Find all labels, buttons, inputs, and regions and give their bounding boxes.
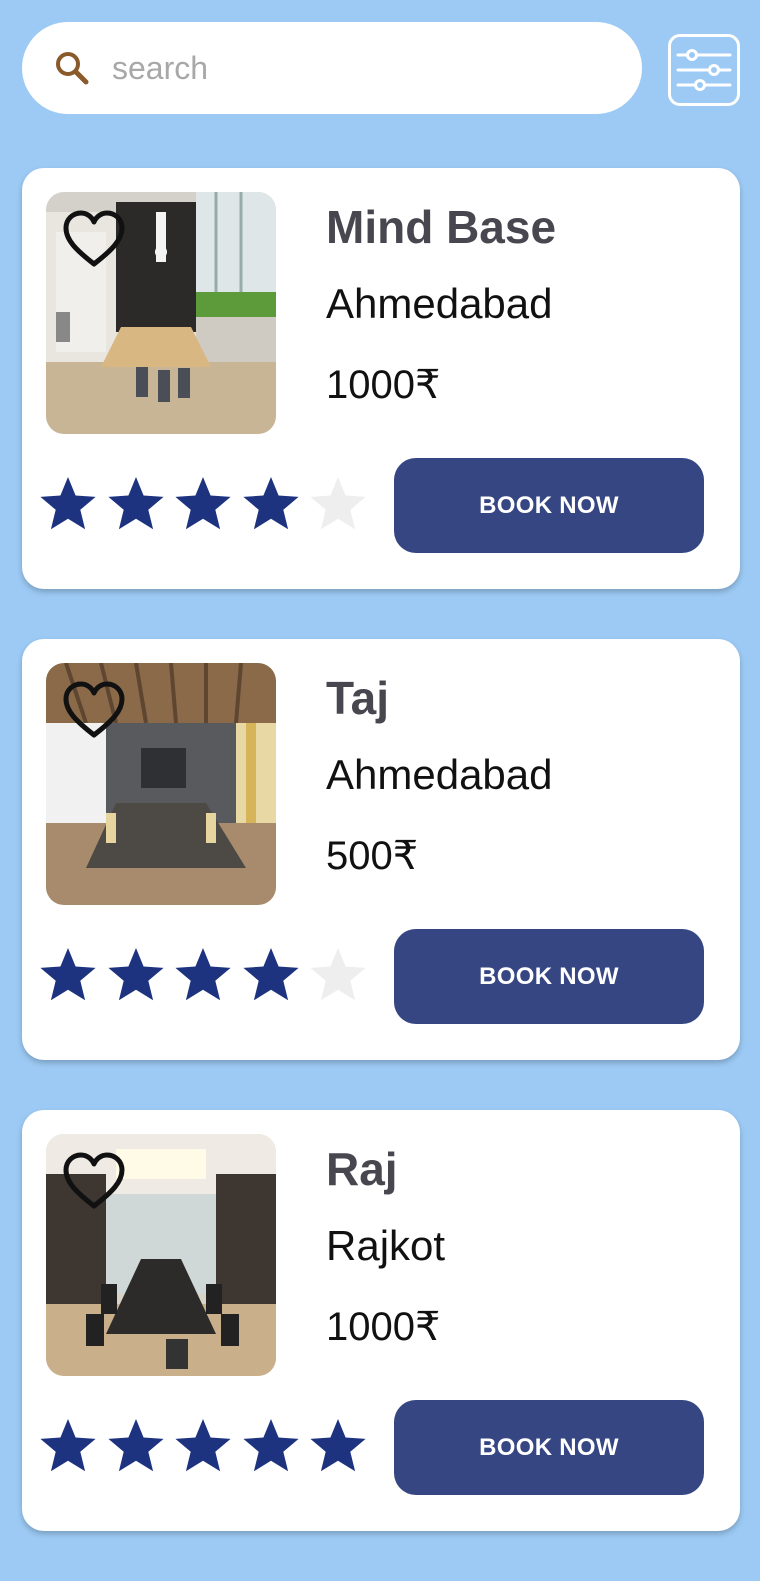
star-filled-icon (107, 1419, 164, 1472)
venue-name: Taj (326, 672, 390, 724)
search-bar[interactable] (22, 22, 642, 114)
star-filled-icon (175, 1419, 231, 1472)
favorite-heart-icon[interactable] (62, 1152, 126, 1212)
venue-city: Ahmedabad (326, 751, 553, 798)
rating-stars (38, 1416, 376, 1476)
star-filled-icon (40, 477, 96, 530)
sliders-icon (676, 49, 732, 91)
venue-price: 1000₹ (326, 1305, 441, 1349)
star-filled-icon (107, 477, 164, 530)
star-filled-icon (175, 477, 231, 530)
venue-city: Rajkot (326, 1222, 446, 1269)
venue-price: 500₹ (326, 834, 419, 878)
star-filled-icon (40, 1419, 96, 1472)
star-filled-icon (242, 477, 299, 530)
star-filled-icon (175, 948, 231, 1001)
star-empty-icon (310, 477, 366, 530)
star-filled-icon (107, 948, 164, 1001)
venue-name: Raj (326, 1143, 398, 1195)
book-now-button[interactable]: BOOK NOW (394, 458, 704, 553)
search-icon (56, 52, 89, 85)
star-empty-icon (310, 948, 366, 1001)
favorite-heart-icon[interactable] (62, 210, 126, 270)
book-now-button[interactable]: BOOK NOW (394, 1400, 704, 1495)
star-filled-icon (310, 1419, 366, 1472)
venue-price: 1000₹ (326, 363, 441, 407)
filter-button[interactable] (668, 34, 740, 106)
top-bar (0, 0, 760, 140)
star-filled-icon (242, 948, 299, 1001)
favorite-heart-icon[interactable] (62, 681, 126, 741)
star-filled-icon (242, 1419, 299, 1472)
venue-list: Mind Base Ahmedabad 1000₹ BOOK NOW Taj A… (22, 168, 740, 1581)
rating-stars (38, 474, 376, 534)
rating-stars (38, 945, 376, 1005)
venue-city: Ahmedabad (326, 280, 553, 327)
venue-card[interactable]: Taj Ahmedabad 500₹ BOOK NOW (22, 639, 740, 1060)
star-filled-icon (40, 948, 96, 1001)
book-now-button[interactable]: BOOK NOW (394, 929, 704, 1024)
venue-card[interactable]: Raj Rajkot 1000₹ BOOK NOW (22, 1110, 740, 1531)
search-input[interactable] (112, 49, 572, 87)
venue-name: Mind Base (326, 201, 557, 253)
venue-card[interactable]: Mind Base Ahmedabad 1000₹ BOOK NOW (22, 168, 740, 589)
